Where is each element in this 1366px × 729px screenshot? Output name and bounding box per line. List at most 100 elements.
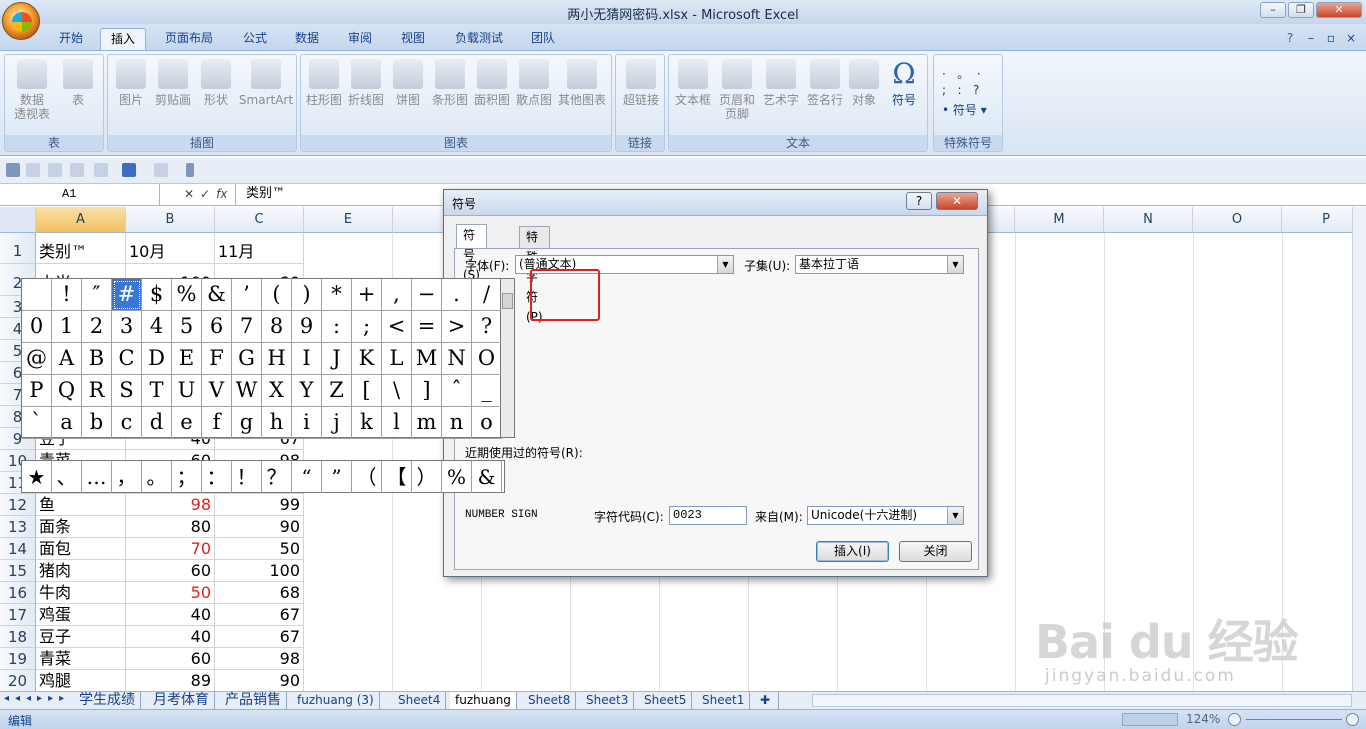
cell-a[interactable]: 类别™ <box>36 233 126 264</box>
col-header-a[interactable]: A <box>36 207 126 233</box>
symbol-cell[interactable]: J <box>322 343 352 375</box>
symbol-cell[interactable]: h <box>262 407 292 439</box>
recent-symbol-cell[interactable]: 。 <box>142 461 172 493</box>
cell-c[interactable]: 68 <box>215 582 304 604</box>
symbol-cell[interactable]: W <box>232 375 262 407</box>
col-header-b[interactable]: B <box>126 207 215 233</box>
print-preview-icon[interactable] <box>48 163 62 177</box>
col-header-c[interactable]: C <box>215 207 304 233</box>
cell-c[interactable]: 99 <box>215 494 304 516</box>
symbol-cell[interactable]: I <box>292 343 322 375</box>
recent-symbol-cell[interactable]: … <box>82 461 112 493</box>
symbol-cell[interactable]: l <box>382 407 412 439</box>
row-header[interactable]: 20 <box>0 670 36 691</box>
symbol-cell[interactable]: k <box>352 407 382 439</box>
row-header[interactable]: 1 <box>0 233 36 264</box>
recent-symbol-cell[interactable]: ！ <box>232 461 262 493</box>
symbol-cell[interactable]: : <box>322 311 352 343</box>
symbol-cell[interactable]: 5 <box>172 311 202 343</box>
recent-symbol-cell[interactable]: “ <box>292 461 322 493</box>
cell-b[interactable]: 50 <box>126 582 215 604</box>
symbol-cell[interactable]: 3 <box>112 311 142 343</box>
tab-review[interactable]: 审阅 <box>337 28 383 50</box>
scatter-chart-button[interactable]: 散点图 <box>513 57 555 107</box>
symbol-cell[interactable]: m <box>412 407 442 439</box>
symbol-cell[interactable]: Z <box>322 375 352 407</box>
other-charts-button[interactable]: 其他图表 <box>555 57 609 107</box>
row-header[interactable]: 12 <box>0 494 36 516</box>
symbol-cell[interactable]: G <box>232 343 262 375</box>
select-all-corner[interactable] <box>0 207 36 233</box>
symbol-cell[interactable]: ˆ <box>442 375 472 407</box>
symbol-cell[interactable]: , <box>382 279 412 311</box>
recent-symbol-cell[interactable]: ” <box>322 461 352 493</box>
symbol-cell[interactable]: d <box>142 407 172 439</box>
cell-b[interactable]: 60 <box>126 648 215 670</box>
cell-b[interactable]: 80 <box>126 516 215 538</box>
special-symbols-row1[interactable]: · 。 · <box>942 65 981 82</box>
formula-buttons[interactable]: ✕✓fx <box>162 184 236 205</box>
symbol-cell[interactable]: 8 <box>262 311 292 343</box>
symbol-cell[interactable]: i <box>292 407 322 439</box>
symbol-cell[interactable]: ˋ <box>22 407 52 439</box>
symbol-cell[interactable]: g <box>232 407 262 439</box>
sheet-tab[interactable]: 学生成绩 <box>74 692 141 709</box>
sheet-nav-arrows[interactable]: ◂◂◂▸▸▸ <box>4 693 70 704</box>
symbol-cell[interactable]: ) <box>292 279 322 311</box>
row-header[interactable]: 17 <box>0 604 36 626</box>
cell-a[interactable]: 鸡腿 <box>36 670 126 691</box>
dialog-help-button[interactable]: ? <box>906 192 932 210</box>
symbol-cell[interactable]: A <box>52 343 82 375</box>
cell-c[interactable]: 100 <box>215 560 304 582</box>
dialog-close-icon[interactable]: ✕ <box>936 192 978 210</box>
recent-symbols[interactable]: ★、…，。；：！？ “” （【）% & <box>21 460 505 493</box>
fx-icon[interactable]: fx <box>216 187 227 201</box>
insert-button[interactable]: 插入(I) <box>816 541 889 562</box>
cell-a[interactable]: 鱼 <box>36 494 126 516</box>
cell-b[interactable]: 70 <box>126 538 215 560</box>
symbol-cell[interactable]: \ <box>382 375 412 407</box>
format-icon[interactable] <box>94 163 108 177</box>
cell-a[interactable]: 牛肉 <box>36 582 126 604</box>
symbol-grid-scrollbar[interactable] <box>501 278 515 438</box>
symbol-cell[interactable]: 4 <box>142 311 172 343</box>
cell-b[interactable]: 98 <box>126 494 215 516</box>
sheet-tab[interactable]: Sheet8 <box>523 692 577 709</box>
header-footer-button[interactable]: 页眉和 页脚 <box>715 57 759 121</box>
symbol-cell[interactable]: M <box>412 343 442 375</box>
recent-symbol-cell[interactable]: ； <box>172 461 202 493</box>
signature-line-button[interactable]: 签名行 <box>803 57 847 107</box>
symbol-cell[interactable]: 9 <box>292 311 322 343</box>
symbol-cell[interactable]: & <box>202 279 232 311</box>
close-button[interactable]: 关闭 <box>899 541 972 562</box>
tab-formulas[interactable]: 公式 <box>232 28 278 50</box>
redo-icon[interactable] <box>154 163 168 177</box>
symbol-button[interactable]: Ω 符号 <box>883 57 925 108</box>
tab-home[interactable]: 开始 <box>48 28 94 50</box>
zoom-out-icon[interactable] <box>1228 713 1241 726</box>
symbol-cell[interactable]: < <box>382 311 412 343</box>
tab-view[interactable]: 视图 <box>390 28 436 50</box>
sheet-tab[interactable]: Sheet1 <box>697 692 751 709</box>
symbol-cell[interactable]: = <box>412 311 442 343</box>
cell-c[interactable]: 98 <box>215 648 304 670</box>
view-buttons[interactable] <box>1122 713 1178 726</box>
pie-chart-button[interactable]: 饼图 <box>389 57 427 107</box>
symbol-cell[interactable]: % <box>172 279 202 311</box>
symbol-cell[interactable]: N <box>442 343 472 375</box>
save-icon[interactable] <box>6 163 20 177</box>
cell-a[interactable]: 猪肉 <box>36 560 126 582</box>
tab-special-characters[interactable]: 特殊字符(P) <box>519 226 550 324</box>
shapes-button[interactable]: 形状 <box>196 57 236 107</box>
cell-b[interactable]: 40 <box>126 604 215 626</box>
symbol-cell[interactable]: 6 <box>202 311 232 343</box>
cell-c[interactable]: 67 <box>215 604 304 626</box>
cell-a[interactable]: 青菜 <box>36 648 126 670</box>
cell-b[interactable]: 89 <box>126 670 215 691</box>
recent-symbol-cell[interactable]: 、 <box>52 461 82 493</box>
office-button[interactable] <box>2 2 40 40</box>
bar-chart-button[interactable]: 条形图 <box>429 57 471 107</box>
recent-symbol-cell[interactable]: ？ <box>262 461 292 493</box>
sheet-tab-active[interactable]: fuzhuang <box>450 692 517 709</box>
char-code-input[interactable]: 0023 <box>669 506 747 525</box>
